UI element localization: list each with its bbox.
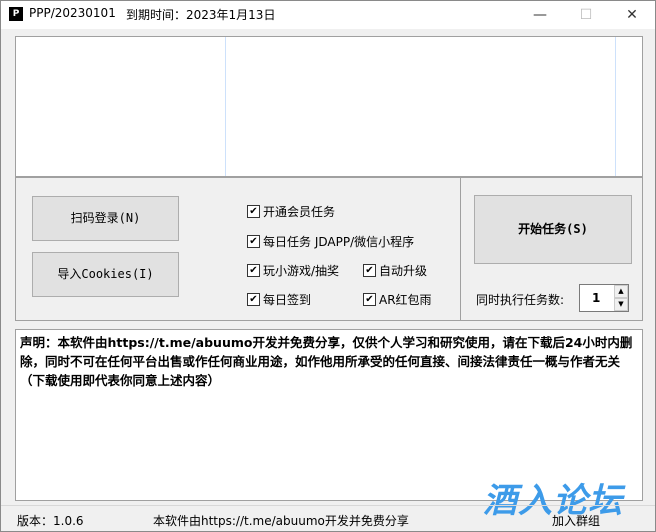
concurrency-label: 同时执行任务数:: [476, 293, 565, 307]
start-task-button[interactable]: 开始任务(S): [474, 195, 632, 264]
checkmark-icon: ✔: [363, 293, 376, 306]
checkmark-icon: ✔: [247, 235, 260, 248]
checkbox-mini-games[interactable]: ✔ 玩小游戏/抽奖: [247, 262, 339, 279]
checkmark-icon: ✔: [247, 205, 260, 218]
close-button[interactable]: ✕: [609, 1, 655, 29]
checkmark-icon: ✔: [247, 264, 260, 277]
checkbox-daily-signin[interactable]: ✔ 每日签到: [247, 291, 311, 308]
checkbox-daily-task[interactable]: ✔ 每日任务 JDAPP/微信小程序: [247, 233, 414, 250]
concurrency-value: 1: [592, 291, 601, 305]
join-group-link[interactable]: 加入群组: [552, 512, 600, 529]
window-title: PPP/20230101: [29, 6, 116, 20]
status-divider: [1, 505, 655, 506]
account-list[interactable]: [15, 36, 643, 177]
maximize-button[interactable]: ☐: [563, 1, 609, 29]
checkmark-icon: ✔: [247, 293, 260, 306]
import-cookies-button[interactable]: 导入Cookies(I): [32, 252, 179, 297]
spinner-up-icon[interactable]: ▲: [614, 285, 628, 298]
column-separator: [225, 37, 226, 176]
scan-login-button[interactable]: 扫码登录(N): [32, 196, 179, 241]
version-label: 版本：1.0.6: [17, 514, 84, 528]
title-bar: P PPP/20230101 到期时间：2023年1月13日 — ☐ ✕: [1, 1, 655, 29]
spinner-down-icon[interactable]: ▼: [614, 298, 628, 311]
share-info: 本软件由https://t.me/abuumo开发并免费分享: [153, 514, 409, 528]
expire-date: 到期时间：2023年1月13日: [126, 8, 276, 22]
concurrency-spinner[interactable]: 1 ▲ ▼: [579, 284, 629, 312]
minimize-button[interactable]: —: [517, 1, 563, 29]
checkbox-vip-task[interactable]: ✔ 开通会员任务: [247, 203, 335, 220]
app-icon: P: [9, 7, 23, 21]
column-separator: [615, 37, 616, 176]
checkbox-auto-upgrade[interactable]: ✔ 自动升级: [363, 262, 427, 279]
checkmark-icon: ✔: [363, 264, 376, 277]
checkbox-ar-redpacket[interactable]: ✔ AR红包雨: [363, 291, 432, 308]
